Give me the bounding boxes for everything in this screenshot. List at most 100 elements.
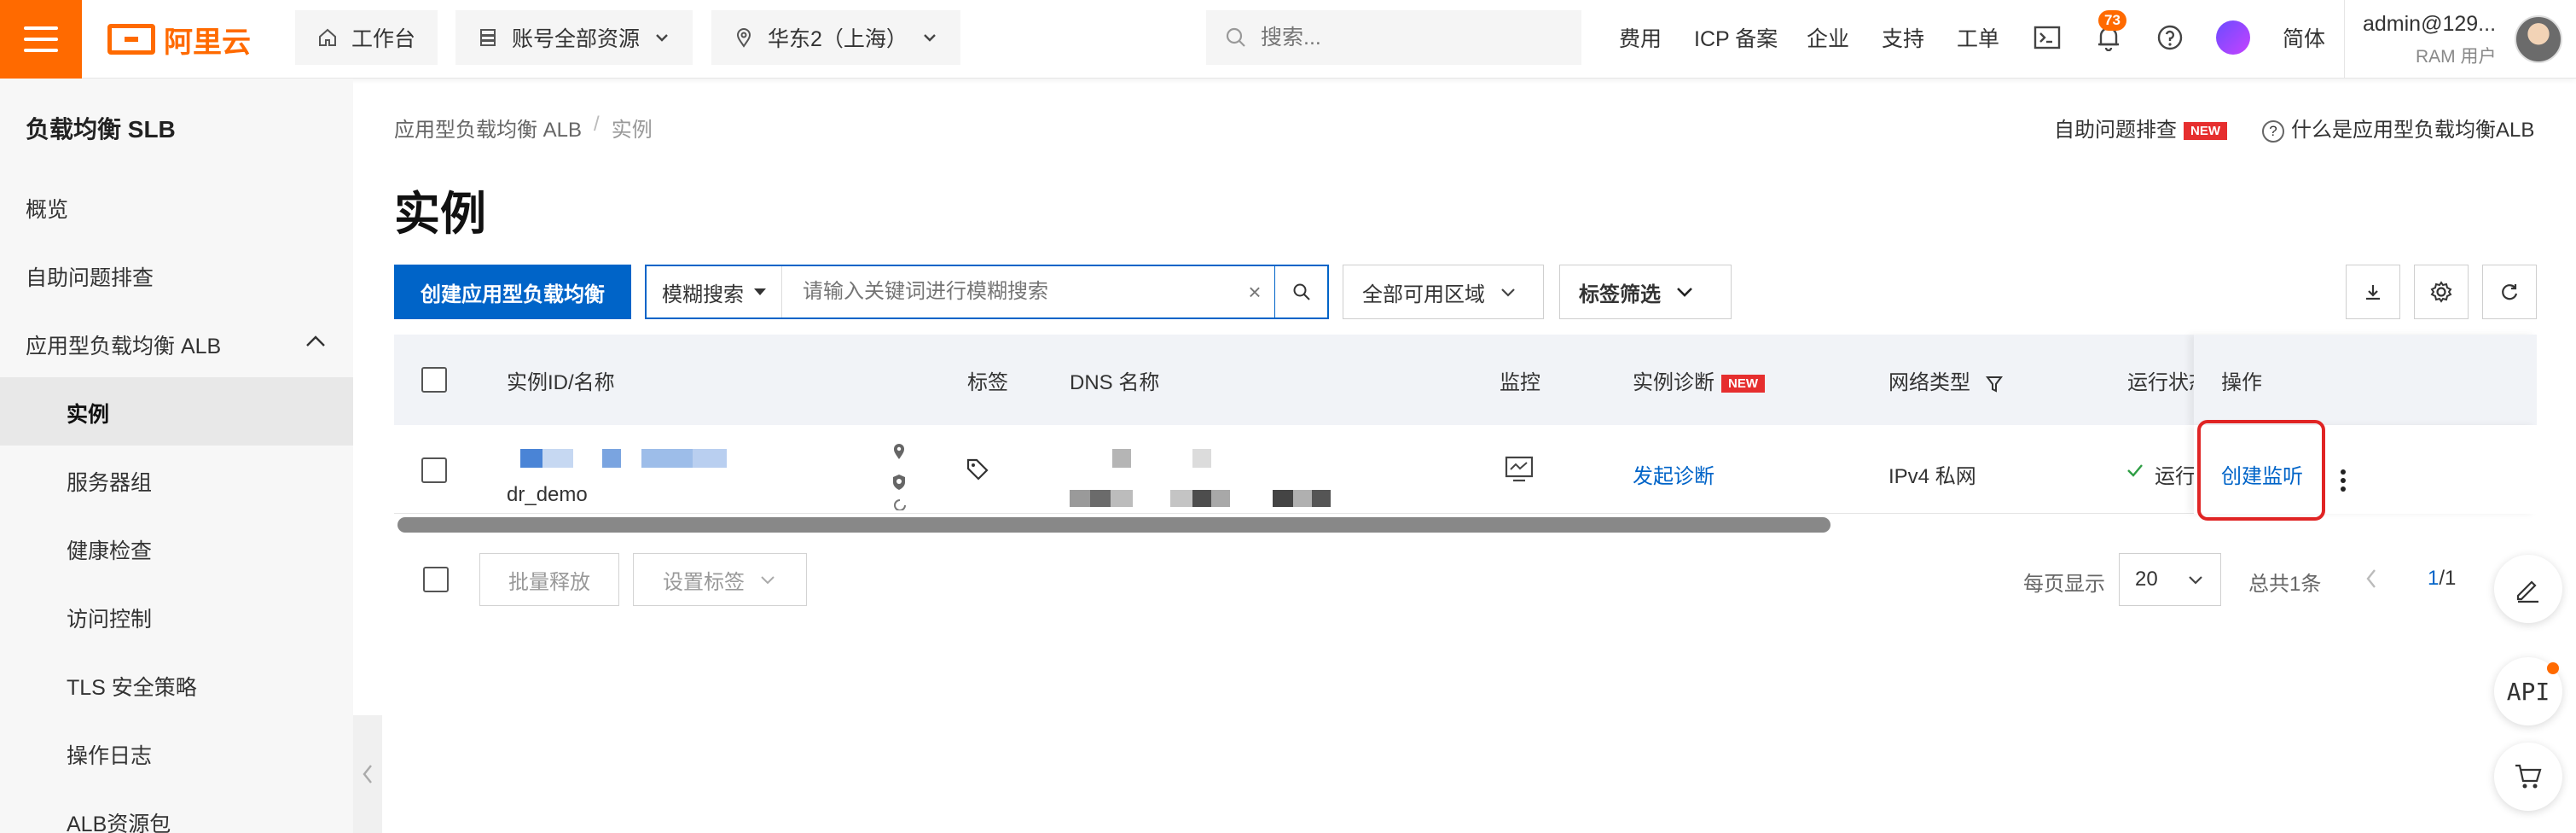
redacted-block [1192,449,1211,468]
user-avatar[interactable] [2515,15,2562,63]
chevron-down-icon [656,34,668,42]
redacted-dns [1112,449,1131,468]
hamburger-menu-button[interactable] [0,0,82,79]
batch-release-button[interactable]: 批量释放 [479,553,619,606]
chevron-down-icon [1677,288,1692,297]
topbar-divider [2344,0,2345,79]
user-name[interactable]: admin@129... [2363,12,2496,37]
redacted-block [1170,490,1192,507]
search-submit-button[interactable] [1274,266,1327,317]
create-alb-button[interactable]: 创建应用型负载均衡 [394,265,631,319]
filter-icon[interactable] [1985,375,2004,393]
global-search-input[interactable] [1261,25,1551,50]
select-all-checkbox[interactable] [421,367,447,393]
edit-icon [2516,580,2538,603]
nav-link-enterprise[interactable]: 企业 [1807,22,1849,53]
redacted-block [1293,490,1312,507]
sidebar-item-operation-log[interactable]: 操作日志 [67,739,152,770]
workbench-button[interactable]: 工作台 [295,10,438,65]
sidebar-item-self-check[interactable]: 自助问题排查 [26,261,154,292]
sidebar-item-alb[interactable]: 应用型负载均衡 ALB [26,329,221,360]
page-title: 实例 [394,189,486,240]
chevron-down-icon [761,576,775,585]
sidebar-item-alb-package[interactable]: ALB资源包 [67,807,171,833]
nav-link-ticket[interactable]: 工单 [1957,22,1999,53]
search-mode-select[interactable]: 模糊搜索 [647,266,782,317]
refresh-button[interactable] [2482,265,2537,319]
question-circle-icon: ? [2262,119,2284,143]
highlight-annotation [2197,420,2325,521]
more-actions-icon[interactable] [2341,469,2346,495]
redacted-block [1273,490,1293,507]
api-notification-dot [2547,662,2559,674]
breadcrumb-alb[interactable]: 应用型负载均衡 ALB [394,113,582,143]
api-label: API [2506,677,2550,706]
search-icon [1293,283,1310,300]
location-icon[interactable] [891,442,908,461]
zone-select[interactable]: 全部可用区域 [1343,265,1544,319]
new-badge: NEW [1721,375,1765,393]
footer-select-all-checkbox[interactable] [423,567,449,592]
instance-search-input[interactable] [782,280,1235,304]
column-diagnose: 实例诊断 NEW [1633,365,1765,395]
clear-icon[interactable]: × [1235,279,1274,306]
chevron-left-icon[interactable] [2363,567,2380,591]
settings-button[interactable] [2414,265,2469,319]
nav-link-icp[interactable]: ICP 备案 [1694,22,1778,53]
monitor-chart-icon[interactable] [1505,456,1534,483]
redacted-block [1211,490,1230,507]
language-switch[interactable]: 简体 [2283,22,2325,53]
home-icon [319,28,336,46]
self-check-link[interactable]: 自助问题排查 NEW [2054,113,2227,143]
account-scope-select[interactable]: 账号全部资源 [455,10,693,65]
sidebar-item-instances[interactable]: 实例 [67,398,109,428]
column-id-name: 实例ID/名称 [507,371,615,394]
set-tags-button[interactable]: 设置标签 [633,553,807,606]
redacted-block [1070,490,1090,507]
redacted-block [1192,490,1211,507]
nav-link-support[interactable]: 支持 [1882,22,1924,53]
column-network-label: 网络类型 [1888,371,1970,394]
chevron-left-icon [363,765,372,783]
tag-filter-button[interactable]: 标签筛选 [1559,265,1732,319]
terminal-icon[interactable] [2030,20,2064,55]
scrollbar-thumb[interactable] [397,517,1830,533]
page-size-select[interactable]: 20 [2119,553,2221,606]
help-icon[interactable] [2153,20,2187,55]
aliyun-logo[interactable]: 阿里云 [107,19,251,60]
start-diagnose-link[interactable]: 发起诊断 [1633,459,1714,489]
network-type: IPv4 私网 [1888,465,1976,488]
total-pages: /1 [2439,567,2457,590]
column-diagnose-label: 实例诊断 [1633,371,1714,394]
cart-float-button[interactable] [2494,743,2562,811]
sidebar: 负载均衡 SLB 概览 自助问题排查 应用型负载均衡 ALB 实例 服务器组 健… [0,79,353,833]
edit-float-button[interactable] [2494,555,2562,623]
what-is-alb-link[interactable]: ? 什么是应用型负载均衡ALB [2262,113,2534,143]
account-scope-label: 账号全部资源 [512,27,641,51]
sidebar-item-tls-policy[interactable]: TLS 安全策略 [67,671,197,702]
server-icon [480,29,496,46]
clock-icon[interactable] [892,498,908,510]
search-icon [1226,27,1245,47]
chevron-down-icon [2189,576,2202,585]
download-button[interactable] [2346,265,2400,319]
sidebar-item-server-groups[interactable]: 服务器组 [67,466,152,497]
current-page: 1 [2428,567,2440,590]
page-size-value: 20 [2135,568,2158,591]
chevron-up-icon[interactable] [304,333,328,350]
ai-assistant-icon[interactable] [2216,20,2250,55]
global-search[interactable] [1206,10,1581,65]
row-checkbox[interactable] [421,457,447,483]
total-count: 总共1条 [2248,573,2322,596]
sidebar-item-overview[interactable]: 概览 [26,193,68,224]
region-select[interactable]: 华东2（上海） [711,10,960,65]
notification-badge: 73 [2098,10,2126,31]
sidebar-item-health-check[interactable]: 健康检查 [67,534,152,565]
nav-link-billing[interactable]: 费用 [1619,22,1662,53]
shield-icon[interactable] [891,473,908,492]
tag-icon[interactable] [966,457,989,481]
sidebar-item-access-control[interactable]: 访问控制 [67,603,152,633]
sidebar-collapse-handle[interactable] [353,715,382,833]
redacted-instance-id[interactable] [520,449,542,468]
column-monitor: 监控 [1500,371,1540,394]
